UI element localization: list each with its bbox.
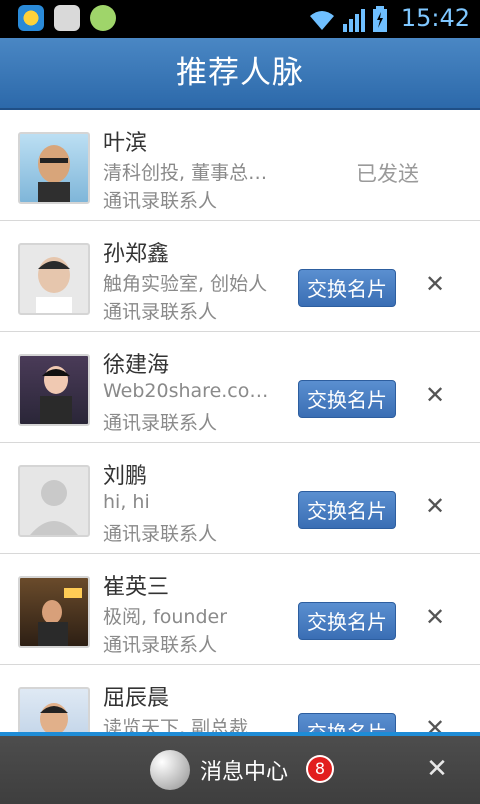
contact-source: 通讯录联系人 bbox=[103, 190, 218, 212]
message-icon bbox=[54, 5, 80, 31]
contact-row[interactable]: 孙郑鑫 触角实验室, 创始人 通讯录联系人 交换名片 ✕ bbox=[0, 221, 480, 332]
contact-name: 崔英三 bbox=[103, 575, 170, 600]
contact-row[interactable]: 刘鹏 hi, hi 通讯录联系人 交换名片 ✕ bbox=[0, 443, 480, 554]
contact-title: Web20share.com... bbox=[103, 380, 283, 402]
dismiss-icon[interactable]: ✕ bbox=[424, 494, 446, 518]
avatar[interactable] bbox=[18, 465, 90, 537]
header-bar: 推荐人脉 bbox=[0, 38, 480, 110]
contact-source: 通讯录联系人 bbox=[103, 634, 218, 656]
contact-title: 读览天下, 副总裁 bbox=[103, 717, 249, 732]
contact-name: 孙郑鑫 bbox=[103, 242, 170, 267]
contact-row[interactable]: 叶滨 清科创投, 董事总经理 通讯录联系人 已发送 bbox=[0, 110, 480, 221]
clock: 15:42 bbox=[400, 4, 470, 32]
dismiss-icon[interactable]: ✕ bbox=[424, 716, 446, 732]
page-title: 推荐人脉 bbox=[176, 55, 304, 91]
message-center-label[interactable]: 消息中心 bbox=[200, 754, 288, 786]
close-icon[interactable]: ✕ bbox=[424, 756, 450, 782]
qq-icon bbox=[18, 5, 44, 31]
dismiss-icon[interactable]: ✕ bbox=[424, 605, 446, 629]
notification-icons bbox=[18, 5, 116, 31]
status-bar: 15:42 bbox=[0, 0, 480, 38]
avatar[interactable] bbox=[18, 576, 90, 648]
wechat-icon bbox=[90, 5, 116, 31]
contact-name: 屈辰晨 bbox=[103, 686, 170, 711]
contact-row[interactable]: 屈辰晨 读览天下, 副总裁 交换名片 ✕ bbox=[0, 665, 480, 732]
contact-row[interactable]: 崔英三 极阅, founder 通讯录联系人 交换名片 ✕ bbox=[0, 554, 480, 665]
exchange-card-button[interactable]: 交换名片 bbox=[298, 713, 396, 732]
exchange-card-button[interactable]: 交换名片 bbox=[298, 269, 396, 307]
avatar[interactable] bbox=[18, 243, 90, 315]
avatar[interactable] bbox=[18, 354, 90, 426]
battery-icon bbox=[373, 6, 387, 32]
dismiss-icon[interactable]: ✕ bbox=[424, 272, 446, 296]
dismiss-icon[interactable]: ✕ bbox=[424, 383, 446, 407]
wifi-icon bbox=[310, 11, 334, 30]
contact-name: 叶滨 bbox=[103, 131, 148, 156]
contact-name: 刘鹏 bbox=[103, 464, 148, 489]
exchange-card-button[interactable]: 交换名片 bbox=[298, 602, 396, 640]
exchange-card-button[interactable]: 交换名片 bbox=[298, 380, 396, 418]
message-center-bar[interactable]: 消息中心 8 ✕ bbox=[0, 732, 480, 804]
contact-source: 通讯录联系人 bbox=[103, 301, 218, 323]
exchange-card-button[interactable]: 交换名片 bbox=[298, 491, 396, 529]
sent-status: 已发送 bbox=[356, 162, 419, 186]
contact-source: 通讯录联系人 bbox=[103, 523, 218, 545]
contact-row[interactable]: 徐建海 Web20share.com... 通讯录联系人 交换名片 ✕ bbox=[0, 332, 480, 443]
notification-badge: 8 bbox=[306, 755, 334, 783]
avatar[interactable] bbox=[18, 132, 90, 204]
contact-title: hi, hi bbox=[103, 491, 150, 513]
system-icons bbox=[308, 6, 388, 32]
contact-list[interactable]: 叶滨 清科创投, 董事总经理 通讯录联系人 已发送 孙郑鑫 触角实验室, 创始人… bbox=[0, 110, 480, 732]
contact-title: 清科创投, 董事总经理 bbox=[103, 162, 283, 184]
contact-title: 极阅, founder bbox=[103, 606, 228, 628]
avatar[interactable] bbox=[18, 687, 90, 732]
contact-source: 通讯录联系人 bbox=[103, 412, 218, 434]
globe-icon bbox=[150, 750, 190, 790]
signal-icon bbox=[343, 9, 365, 32]
contact-title: 触角实验室, 创始人 bbox=[103, 273, 268, 295]
contact-name: 徐建海 bbox=[103, 353, 170, 378]
